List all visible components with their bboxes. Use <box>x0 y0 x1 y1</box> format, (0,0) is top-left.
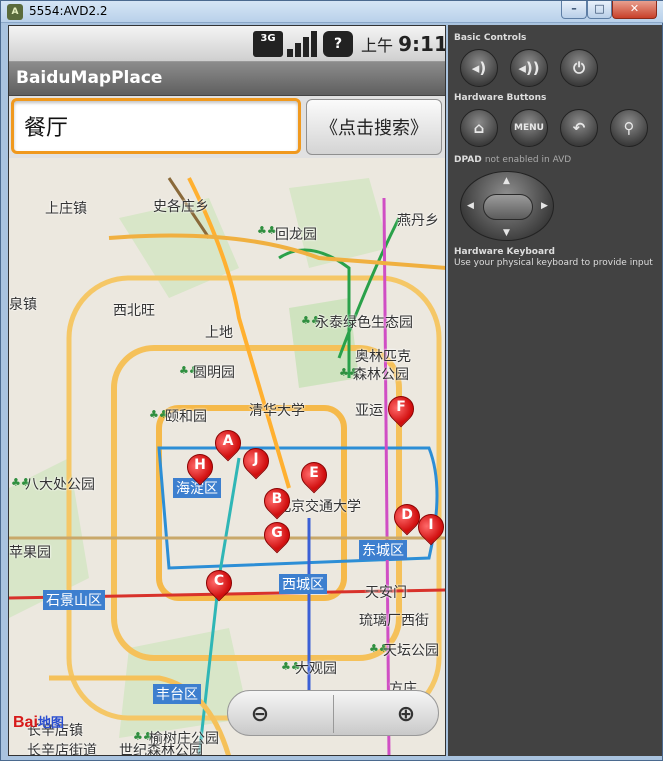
menu-label: MENU <box>514 123 544 133</box>
window-titlebar[interactable]: A 5554:AVD2.2 – □ ✕ <box>1 1 663 23</box>
map-place-label: 亚运 <box>355 403 383 419</box>
search-row: 《点击搜索》 <box>9 96 445 158</box>
map-place-label: 回龙园 <box>275 227 317 243</box>
map-place-label: 颐和园 <box>165 409 207 425</box>
district-label: 东城区 <box>359 540 407 560</box>
map-place-label: 森林公园 <box>353 367 409 383</box>
logo-sub: 地图 <box>37 715 64 730</box>
maximize-button[interactable]: □ <box>587 1 612 19</box>
map-place-label: 琉璃厂 <box>359 613 401 629</box>
volume-up-icon: ◂)) <box>518 59 540 77</box>
district-label: 西城区 <box>279 574 327 594</box>
notification-alert-icon: ? <box>323 31 353 57</box>
district-label: 石景山区 <box>43 590 105 610</box>
map-place-label: 苹果园 <box>9 545 51 561</box>
zoom-out-button[interactable]: ⊖ <box>240 694 280 734</box>
map-place-label: 西街 <box>401 613 429 629</box>
map-place-label: 奥林匹克 <box>355 349 411 365</box>
map-place-label: 泉镇 <box>9 297 37 313</box>
map-place-label: 西北旺 <box>113 303 155 319</box>
map-place-label: 上地 <box>205 325 233 341</box>
place-marker[interactable]: A <box>209 424 247 468</box>
dpad-heading: DPAD not enabled in AVD <box>454 155 571 165</box>
back-button[interactable]: ↶ <box>560 109 598 147</box>
place-marker[interactable]: G <box>258 516 296 560</box>
dpad-label: DPAD <box>454 155 482 165</box>
map-place-label: 长辛店街道 <box>27 743 97 756</box>
app-title: BaiduMapPlace <box>16 68 163 88</box>
map-place-label: 天坛公园 <box>383 643 439 659</box>
keyboard-heading: Hardware Keyboard <box>454 247 555 257</box>
volume-down-button[interactable]: ◂) <box>460 49 498 87</box>
place-marker[interactable]: E <box>295 456 333 500</box>
volume-down-icon: ◂) <box>471 59 487 77</box>
home-icon: ⌂ <box>473 119 485 137</box>
map-place-label: 世纪森林公园 <box>119 743 203 756</box>
back-icon: ↶ <box>572 119 586 137</box>
map-place-label: 圆明园 <box>193 365 235 381</box>
emulator-window: A 5554:AVD2.2 – □ ✕ 3G ? 上午 9:11 BaiduMa… <box>0 0 663 761</box>
map-place-label: 永泰绿色生态园 <box>315 315 413 331</box>
zoom-in-button[interactable]: ⊕ <box>386 694 426 734</box>
dpad-right-icon: ▶ <box>541 201 548 211</box>
zoom-controls: ⊖ ⊕ <box>227 690 439 736</box>
place-marker[interactable]: B <box>258 482 296 526</box>
search-input[interactable] <box>11 98 301 154</box>
volume-up-button[interactable]: ◂)) <box>510 49 548 87</box>
keyboard-note: Use your physical keyboard to provide in… <box>454 258 653 268</box>
power-icon: ⏻ <box>573 59 585 77</box>
park-icon: ♣♣ <box>257 224 277 237</box>
search-button[interactable]: 《点击搜索》 <box>306 99 442 155</box>
app-title-bar: BaiduMapPlace <box>9 62 445 96</box>
search-icon: ⚲ <box>623 119 635 137</box>
menu-button[interactable]: MENU <box>510 109 548 147</box>
map-view[interactable]: ♣♣ 上庄镇 史各庄乡 燕丹乡 回龙园 泉镇 西北旺 上地 ♣♣ 永泰绿色生态园… <box>9 158 445 756</box>
network-3g-icon: 3G <box>253 31 283 57</box>
place-marker[interactable]: J <box>237 442 275 486</box>
window-title: 5554:AVD2.2 <box>29 4 108 18</box>
map-place-label: 八大处公园 <box>25 477 95 493</box>
map-place-label: 上庄镇 <box>45 201 87 217</box>
map-place-label: 史各庄乡 <box>153 199 209 215</box>
power-button[interactable]: ⏻ <box>560 49 598 87</box>
map-place-label: 清华大学 <box>249 403 305 419</box>
baidu-logo: Bai地图 <box>13 712 64 732</box>
signal-strength-icon <box>287 31 317 57</box>
place-marker[interactable]: I <box>412 508 445 552</box>
android-app-icon: A <box>7 4 23 20</box>
zoom-in-icon: ⊕ <box>396 701 416 727</box>
dpad-center-button[interactable] <box>483 194 533 220</box>
map-place-label: 燕丹乡 <box>397 213 439 229</box>
search-hw-button[interactable]: ⚲ <box>610 109 648 147</box>
dpad-down-icon: ▼ <box>503 228 510 238</box>
clock-time: 9:11 <box>398 32 446 56</box>
status-bar: 3G ? 上午 9:11 <box>9 26 446 62</box>
map-place-label: 天安门 <box>365 585 407 601</box>
dpad-left-icon: ◀ <box>467 201 474 211</box>
emulator-control-panel: Basic Controls ◂) ◂)) ⏻ Hardware Buttons… <box>448 25 662 756</box>
minimize-button[interactable]: – <box>561 1 587 19</box>
hardware-buttons-heading: Hardware Buttons <box>454 93 547 103</box>
home-button[interactable]: ⌂ <box>460 109 498 147</box>
status-clock: 上午 9:11 <box>361 32 446 56</box>
clock-ampm: 上午 <box>361 36 394 55</box>
dpad-up-icon: ▲ <box>503 176 510 186</box>
basic-controls-heading: Basic Controls <box>454 33 527 43</box>
zoom-divider <box>333 695 334 733</box>
device-screen: 3G ? 上午 9:11 BaiduMapPlace 《点击搜索》 <box>8 25 446 756</box>
logo-text: Bai <box>13 714 38 731</box>
close-button[interactable]: ✕ <box>612 1 657 19</box>
place-marker[interactable]: F <box>382 390 420 434</box>
dpad-note: not enabled in AVD <box>484 155 572 165</box>
dpad-control[interactable]: ▲ ▼ ◀ ▶ <box>460 171 554 241</box>
zoom-out-icon: ⊖ <box>250 701 270 727</box>
place-marker[interactable]: C <box>200 564 238 608</box>
place-marker[interactable]: H <box>181 448 219 492</box>
place-marker[interactable]: D <box>388 498 426 542</box>
map-place-label: 大观园 <box>295 661 337 677</box>
district-label: 丰台区 <box>153 684 201 704</box>
